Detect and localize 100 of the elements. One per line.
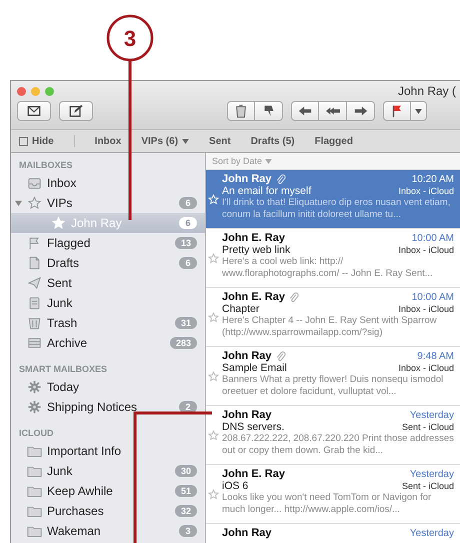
count-badge: 6	[179, 197, 197, 209]
mailbox-item[interactable]: Purchases 32	[11, 501, 205, 521]
message-preview: Banners What a pretty flower! Duis nonsequ ismodol oreetuer et dolore facidunt, vulluptat vol...	[222, 374, 444, 398]
folder-icon	[27, 464, 42, 478]
count-badge: 32	[174, 505, 197, 517]
message-time: Yesterday	[410, 528, 454, 538]
callout-badge: 3	[106, 14, 154, 62]
message-subject: Pretty web link	[222, 244, 290, 256]
sender-name: John Ray	[222, 173, 272, 185]
sender-name: John Ray	[222, 409, 272, 421]
sender-name: John Ray	[222, 527, 272, 539]
mailbox-item[interactable]: Keep Awhile 51	[11, 481, 205, 501]
count-badge: 3	[179, 525, 197, 537]
message-time: 10:00 AM	[412, 292, 454, 302]
message-time: Yesterday	[410, 468, 454, 480]
mailbox-item[interactable]: Important Info	[11, 441, 205, 461]
mailbox-item[interactable]: Shipping Notices 2	[11, 397, 205, 417]
junk-button[interactable]	[255, 101, 283, 121]
caret-icon	[265, 158, 272, 164]
compose-button[interactable]	[59, 101, 93, 121]
envelope-icon	[27, 104, 41, 118]
message-item[interactable]: John Ray 9:48 AM Sample Email Inbox - iCloud Banners What a pretty flower! Duis nonsequ ismodol oreetuer et dolore facidunt, vulluptat vol...	[206, 347, 460, 406]
star-icon	[208, 370, 219, 382]
mailbox-item[interactable]: Inbox	[11, 173, 205, 193]
section-header: MAILBOXES	[18, 159, 74, 172]
flag-menu-button[interactable]	[411, 101, 427, 121]
sender-name: John E. Ray	[222, 232, 285, 244]
count-badge: 6	[179, 257, 197, 269]
flag-button[interactable]	[383, 101, 411, 121]
reply-button[interactable]	[291, 101, 319, 121]
forward-arrow-icon	[354, 104, 368, 118]
mailbox-item[interactable]: Drafts 6	[11, 253, 205, 273]
sender-name: John E. Ray	[222, 291, 285, 303]
mailbox-item[interactable]: VIPs 6	[11, 193, 205, 213]
mailbox-item[interactable]: Junk 30	[11, 461, 205, 481]
message-item[interactable]: John Ray Yesterday DNS servers. Sent - iCloud 208.67.222.222, 208.67.220.220 Print those addresses out or copy them down. Grab the kid...	[206, 406, 460, 465]
archive-box-icon	[27, 336, 42, 350]
message-preview: I'll drink to that! Eliquatuero dip eros nusan vent etiam, conum la facillum initit doloreet ullame tu...	[222, 197, 452, 221]
junk-bin-icon	[27, 296, 42, 310]
mailbox-item[interactable]: Trash 31	[11, 313, 205, 333]
count-badge: 6	[179, 217, 197, 229]
count-badge: 51	[174, 485, 197, 497]
flag-icon	[390, 104, 404, 118]
mailbox-item[interactable]: Today	[11, 377, 205, 397]
message-subject: Sample Email	[222, 362, 287, 374]
folder-icon	[27, 444, 42, 458]
caret-icon	[415, 108, 422, 114]
compose-icon	[69, 104, 83, 118]
message-preview: Looks like you won't need TomTom or Navigon for much longer... http://www.apple.com/ios/...	[222, 492, 432, 516]
message-subject: Chapter	[222, 303, 260, 315]
disclosure-triangle-icon[interactable]	[15, 200, 22, 206]
mailbox-name: Sent - iCloud	[402, 422, 454, 432]
message-subject: iOS 6	[222, 480, 248, 492]
star-icon	[208, 194, 219, 204]
mailbox-name: Sent - iCloud	[402, 481, 454, 491]
star-icon	[51, 216, 66, 230]
trash-icon	[234, 104, 248, 118]
message-item[interactable]: John E. Ray 10:00 AM Chapter Inbox - iCloud Here's Chapter 4 -- John E. Ray Sent with Sparrow (http://www.sparrowmailapp.com/?sig)	[206, 288, 460, 347]
favorite-button[interactable]: Drafts (5)	[250, 136, 295, 146]
folder-icon	[27, 504, 42, 518]
paper-plane-icon	[27, 276, 42, 290]
mailbox-item[interactable]: Flagged 13	[11, 233, 205, 253]
forward-button[interactable]	[347, 101, 375, 121]
caret-icon	[182, 138, 190, 144]
favorite-button[interactable]: Inbox	[94, 136, 122, 146]
mailbox-item[interactable]: Junk	[11, 293, 205, 313]
favorite-button[interactable]: Flagged	[314, 136, 353, 146]
gear-icon	[27, 400, 42, 414]
mailbox-name: Inbox - iCloud	[398, 245, 454, 255]
favorite-button[interactable]: Sent	[209, 136, 231, 146]
star-icon	[27, 196, 42, 210]
message-subject: DNS servers.	[222, 421, 284, 433]
folder-icon	[27, 484, 42, 498]
hide-button[interactable]: Hide	[19, 136, 54, 146]
mailbox-item[interactable]: Sent	[11, 273, 205, 293]
trash-icon	[27, 316, 42, 330]
message-time: Yesterday	[410, 410, 454, 420]
message-time: 9:48 AM	[417, 350, 454, 362]
sender-name: John E. Ray	[222, 468, 285, 480]
hide-icon	[19, 136, 28, 146]
favorite-menu-button[interactable]: VIPs (6)	[141, 136, 190, 146]
reply-arrow-icon	[298, 104, 312, 118]
thumbs-down-icon	[262, 104, 276, 118]
message-preview: Here's Chapter 4 -- John E. Ray Sent with Sparrow (http://www.sparrowmailapp.com/?sig)	[222, 315, 438, 339]
count-badge: 283	[170, 337, 197, 349]
reply-all-button[interactable]	[319, 101, 347, 121]
close-button[interactable]	[17, 86, 26, 96]
message-item[interactable]: John E. Ray Yesterday iOS 6 Sent - iCloud Looks like you won't need TomTom or Navigon for much longer... http://www.apple.com/ios/...	[206, 465, 460, 524]
delete-button[interactable]	[227, 101, 255, 121]
mailbox-item[interactable]: Archive 283	[11, 333, 205, 353]
mailbox-name: Inbox - iCloud	[398, 186, 454, 196]
get-mail-button[interactable]	[17, 101, 51, 121]
message-time: 10:20 AM	[412, 174, 454, 184]
star-icon	[208, 430, 219, 440]
message-item[interactable]: John E. Ray 10:00 AM Pretty web link Inbox - iCloud Here's a cool web link: http:// www.floraphotographs.com/ -- John E. Ray Sent...	[206, 229, 460, 288]
count-badge: 2	[179, 401, 197, 413]
mailbox-item[interactable]: Wakeman 3	[11, 521, 205, 541]
window-title: John Ray (	[398, 84, 456, 98]
message-item[interactable]: John Ray 10:20 AM An email for myself Inbox - iCloud I'll drink to that! Eliquatuero dip eros nusan vent etiam, conum la facillum initit doloreet ullame tu...	[206, 170, 460, 229]
message-item[interactable]: John Ray Yesterday	[206, 524, 460, 543]
